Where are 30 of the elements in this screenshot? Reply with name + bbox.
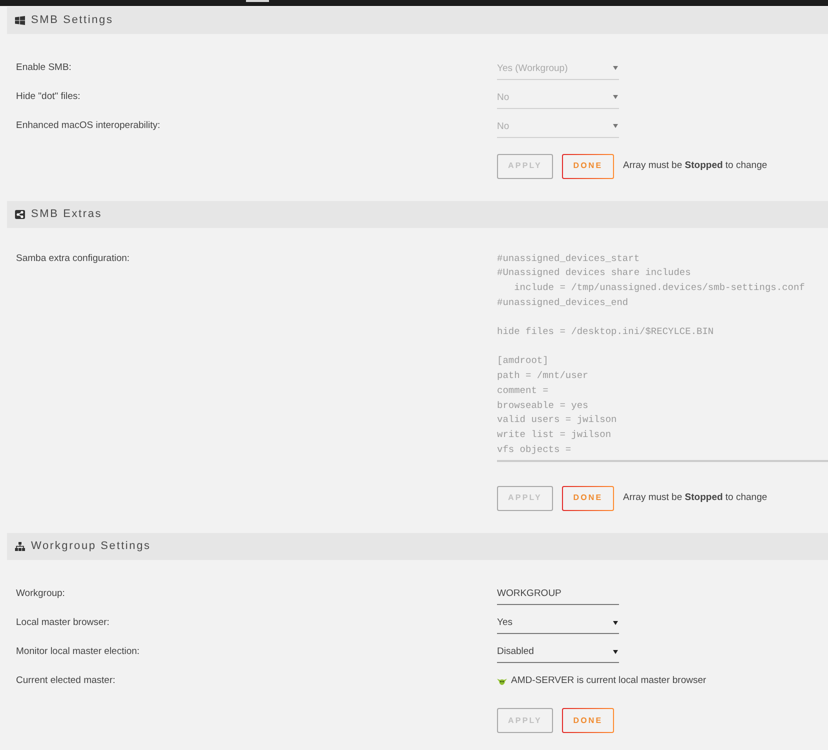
share-icon	[15, 210, 25, 218]
caret-icon	[613, 620, 618, 625]
dropdown[interactable]: Yes	[497, 612, 619, 634]
tab-marker	[246, 0, 269, 2]
windows-logo-icon	[15, 16, 25, 25]
caret-icon	[613, 124, 618, 128]
sitemap-icon	[15, 542, 25, 551]
field-label: Monitor local master election:	[16, 644, 141, 659]
status-note: Array must be Stopped to change	[623, 491, 768, 506]
field-label: Workgroup:	[16, 586, 66, 601]
dropdown[interactable]: Disabled	[497, 641, 619, 664]
field-label: Enhanced macOS interoperability:	[16, 119, 162, 134]
done-button[interactable]: DONE	[562, 154, 614, 178]
caret-icon	[613, 66, 618, 70]
text-field[interactable]: WORKGROUP	[497, 583, 619, 606]
section-title: SMB Extras	[31, 206, 102, 222]
field-label: Local master browser:	[16, 616, 110, 630]
done-button[interactable]: DONE	[562, 486, 614, 511]
caret-icon	[613, 95, 618, 99]
creature-head-icon	[497, 678, 507, 685]
status-text: AMD-SERVER is current local master browser	[511, 674, 706, 688]
field-label: Samba extra configuration:	[16, 252, 131, 266]
section-title: SMB Settings	[31, 13, 114, 28]
caret-icon	[613, 650, 618, 654]
field-label: Hide "dot" files:	[16, 90, 82, 104]
done-button[interactable]: DONE	[562, 708, 614, 734]
field-label: Current elected master:	[16, 674, 116, 688]
status-note: Array must be Stopped to change	[623, 158, 768, 173]
section-title: Workgroup Settings	[31, 539, 151, 554]
field-label: Enable SMB:	[16, 61, 72, 76]
